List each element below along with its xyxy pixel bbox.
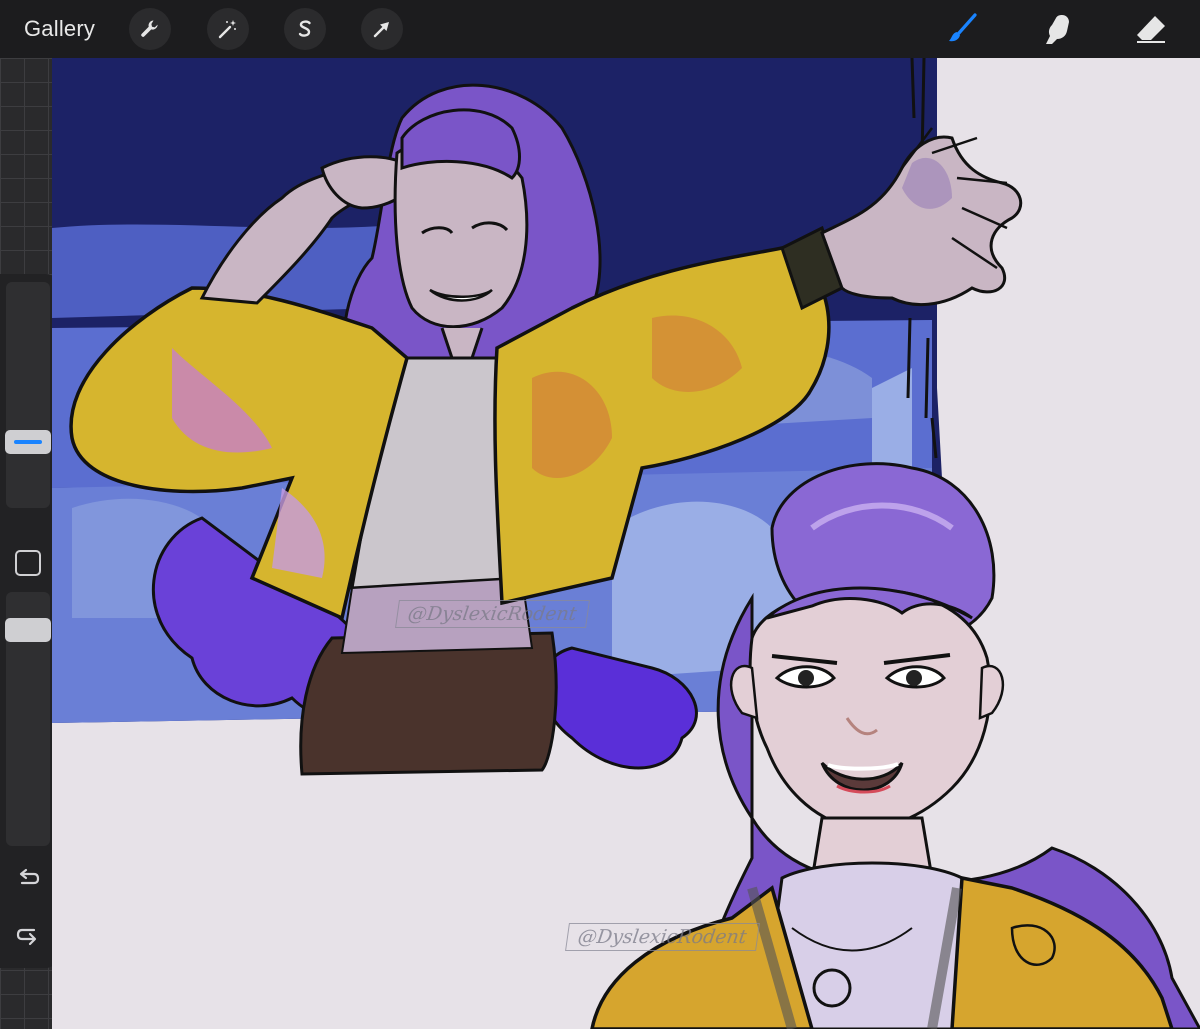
- brush-tool-button[interactable]: [942, 8, 984, 50]
- gallery-button[interactable]: Gallery: [24, 16, 95, 42]
- drawing-canvas[interactable]: @DyslexicRodent @DyslexicRodent: [52, 58, 1200, 1029]
- undo-icon[interactable]: [14, 864, 42, 892]
- watermark-signature: @DyslexicRodent: [395, 600, 590, 628]
- smudge-tool-button[interactable]: [1037, 8, 1079, 50]
- arrow-cursor-icon: [373, 22, 389, 38]
- magic-wand-icon: [218, 20, 236, 39]
- artwork: [52, 58, 1200, 1029]
- watermark-signature-2: @DyslexicRodent: [565, 923, 760, 951]
- brush-size-thumb[interactable]: [5, 430, 51, 454]
- transform-button[interactable]: [361, 8, 403, 50]
- redo-icon[interactable]: [14, 920, 42, 948]
- eraser-icon: [1137, 16, 1165, 43]
- opacity-thumb[interactable]: [5, 618, 51, 642]
- selection-s-icon: [298, 20, 311, 37]
- left-sidebar: [0, 274, 56, 968]
- actions-button[interactable]: [129, 8, 171, 50]
- adjustments-button[interactable]: [207, 8, 249, 50]
- top-toolbar: Gallery: [0, 0, 1200, 58]
- modifier-square-icon[interactable]: [15, 550, 41, 576]
- brush-size-slider[interactable]: [6, 282, 50, 508]
- selection-button[interactable]: [284, 8, 326, 50]
- eraser-tool-button[interactable]: [1130, 8, 1172, 50]
- smudge-finger-icon: [1046, 15, 1069, 44]
- wrench-icon: [141, 20, 158, 37]
- brush-icon: [949, 13, 977, 42]
